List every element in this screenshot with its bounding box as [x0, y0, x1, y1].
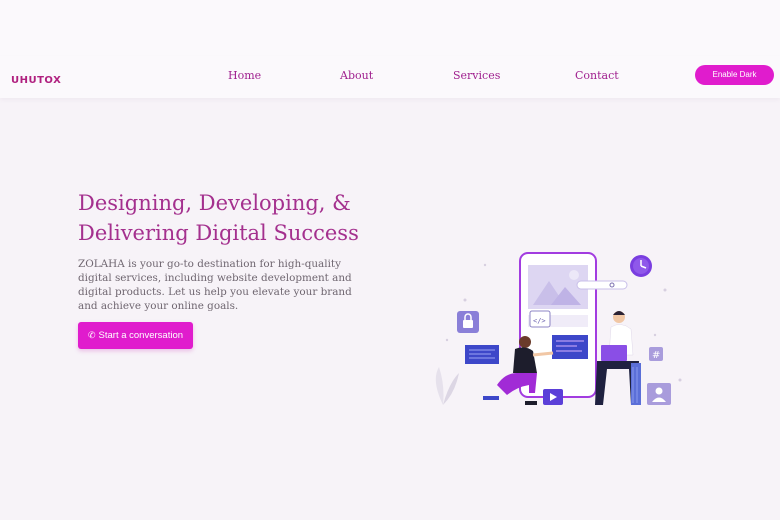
hero-title: Designing, Developing, & Delivering Digi… [78, 188, 398, 248]
lock-icon [457, 311, 479, 333]
hero-description: ZOLAHA is your go-to destination for hig… [78, 258, 352, 312]
cta-label: Start a conversation [98, 330, 184, 341]
nav-services-link[interactable]: Services [453, 69, 500, 82]
svg-text:</>: </> [533, 317, 546, 325]
nav-contact-link[interactable]: Contact [575, 69, 619, 82]
top-band [0, 0, 780, 56]
logo[interactable]: UHUTOX [11, 75, 61, 86]
hero-title-line-2: Delivering Digital Success [78, 221, 359, 245]
plant-icon [435, 367, 459, 405]
window-panel-icon [552, 335, 588, 359]
clock-icon [630, 255, 652, 277]
start-conversation-button[interactable]: ✆ Start a conversation [78, 322, 193, 349]
nav-home-link[interactable]: Home [228, 69, 261, 82]
play-icon [543, 389, 563, 405]
svg-text:#: # [652, 350, 660, 361]
hero-illustration: </> # [435, 252, 682, 405]
nav-about-link[interactable]: About [340, 69, 373, 82]
code-icon: </> [529, 310, 551, 328]
navbar: UHUTOX Home About Services Contact Enabl… [0, 56, 780, 98]
hashtag-icon: # [649, 347, 663, 361]
search-bar-icon [576, 280, 628, 290]
whatsapp-icon: ✆ [87, 330, 96, 340]
hero-title-line-1: Designing, Developing, & [78, 191, 351, 215]
enable-dark-button[interactable]: Enable Dark [695, 65, 774, 85]
person-laptop-icon [595, 311, 641, 405]
code-panel-icon [465, 345, 499, 364]
user-card-icon [647, 383, 671, 405]
